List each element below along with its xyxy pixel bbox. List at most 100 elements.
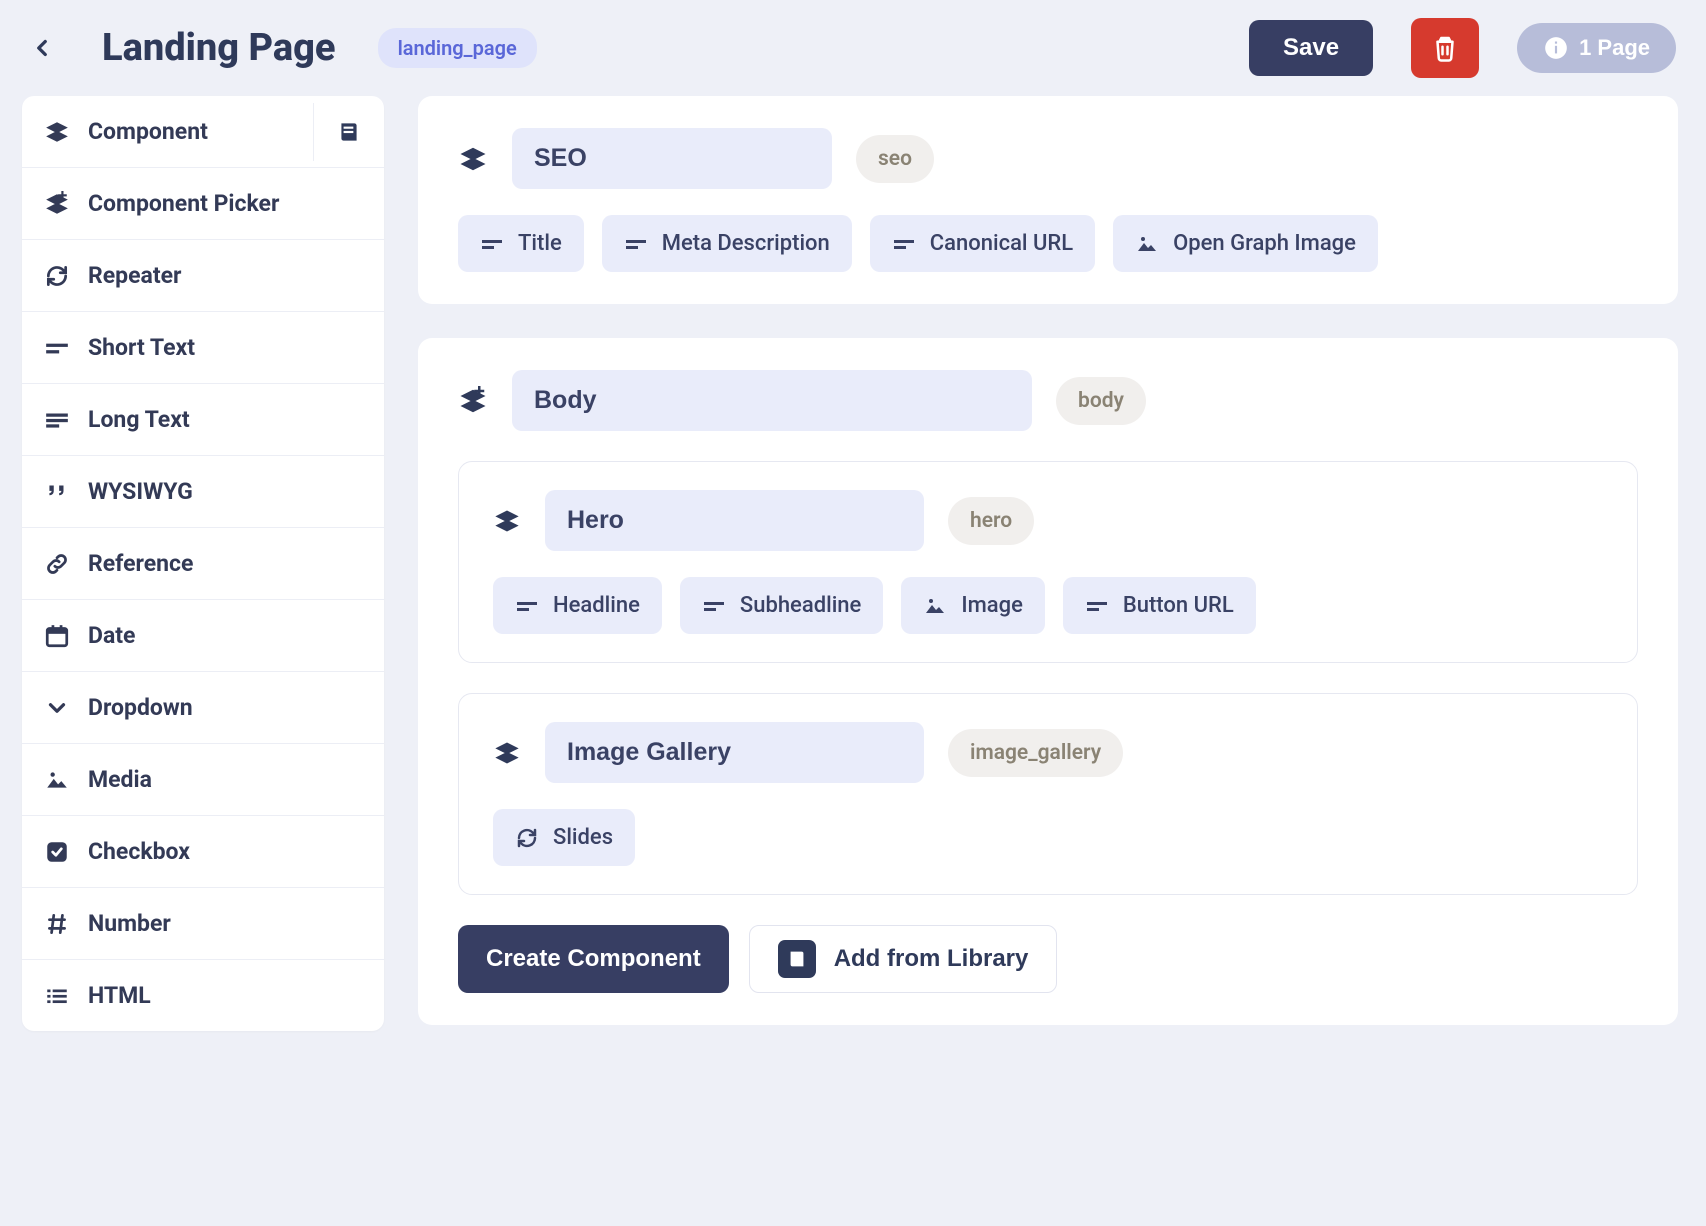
short-text-icon (1085, 594, 1109, 618)
book-icon (778, 940, 816, 978)
sidebar-item-label: WYSIWYG (88, 478, 193, 505)
sidebar-item-component-picker[interactable]: Component Picker (22, 168, 384, 240)
sidebar-item-dropdown[interactable]: Dropdown (22, 672, 384, 744)
short-text-icon (515, 594, 539, 618)
field-label: Open Graph Image (1173, 231, 1356, 256)
field-label: Meta Description (662, 231, 830, 256)
seo-name-input[interactable] (512, 128, 832, 189)
add-from-library-button[interactable]: Add from Library (749, 925, 1058, 993)
field-label: Canonical URL (930, 231, 1073, 256)
field-type-sidebar: Component Component Picker Repeater Shor… (22, 96, 384, 1031)
sidebar-item-label: Short Text (88, 334, 195, 361)
sidebar-item-label: Date (88, 622, 135, 649)
field-label: Subheadline (740, 593, 861, 618)
body-component-card: body hero Headline (418, 338, 1678, 1025)
quote-icon (44, 479, 70, 505)
sidebar-item-label: Reference (88, 550, 193, 577)
field-headline[interactable]: Headline (493, 577, 662, 634)
header: Landing Page landing_page Save 1 Page (0, 0, 1706, 96)
create-component-button[interactable]: Create Component (458, 925, 729, 993)
short-text-icon (624, 232, 648, 256)
checkbox-icon (44, 839, 70, 865)
hero-fields: Headline Subheadline Image Button U (493, 577, 1603, 634)
field-canonical-url[interactable]: Canonical URL (870, 215, 1095, 272)
sidebar-item-label: Repeater (88, 262, 181, 289)
field-subheadline[interactable]: Subheadline (680, 577, 883, 634)
layers-icon (458, 144, 488, 174)
calendar-icon (44, 623, 70, 649)
field-title[interactable]: Title (458, 215, 584, 272)
chevron-down-icon (44, 695, 70, 721)
layers-icon (493, 739, 521, 767)
seo-fields: Title Meta Description Canonical URL Ope… (458, 215, 1638, 272)
sidebar-item-html[interactable]: HTML (22, 960, 384, 1031)
image-gallery-slug-badge: image_gallery (948, 729, 1123, 777)
seo-slug-badge: seo (856, 135, 934, 183)
delete-button[interactable] (1411, 18, 1479, 78)
layers-plus-icon (458, 386, 488, 416)
sidebar-item-checkbox[interactable]: Checkbox (22, 816, 384, 888)
field-label: Headline (553, 593, 640, 618)
image-gallery-fields: Slides (493, 809, 1603, 866)
sidebar-item-date[interactable]: Date (22, 600, 384, 672)
layers-plus-icon (44, 191, 70, 217)
image-icon (44, 767, 70, 793)
add-from-library-label: Add from Library (834, 945, 1029, 973)
sidebar-item-media[interactable]: Media (22, 744, 384, 816)
pages-button[interactable]: 1 Page (1517, 23, 1676, 73)
sidebar-item-component[interactable]: Component (22, 96, 313, 167)
field-slides[interactable]: Slides (493, 809, 635, 866)
short-text-icon (702, 594, 726, 618)
sidebar-item-reference[interactable]: Reference (22, 528, 384, 600)
long-text-icon (44, 407, 70, 433)
refresh-icon (44, 263, 70, 289)
image-gallery-name-input[interactable] (545, 722, 924, 783)
sidebar-item-long-text[interactable]: Long Text (22, 384, 384, 456)
field-image[interactable]: Image (901, 577, 1045, 634)
image-icon (1135, 232, 1159, 256)
field-label: Button URL (1123, 593, 1234, 618)
component-library-button[interactable] (313, 103, 384, 161)
field-label: Image (961, 593, 1023, 618)
layers-icon (493, 507, 521, 535)
sidebar-item-label: Component (88, 118, 208, 145)
chevron-left-icon (29, 35, 55, 61)
image-gallery-component-card: image_gallery Slides (458, 693, 1638, 895)
hero-slug-badge: hero (948, 497, 1034, 545)
field-button-url[interactable]: Button URL (1063, 577, 1256, 634)
body-slug-badge: body (1056, 377, 1146, 425)
hero-component-card: hero Headline Subheadline (458, 461, 1638, 663)
link-icon (44, 551, 70, 577)
sidebar-item-label: Number (88, 910, 171, 937)
save-button[interactable]: Save (1249, 20, 1373, 76)
field-meta-description[interactable]: Meta Description (602, 215, 852, 272)
info-icon (1543, 35, 1569, 61)
sidebar-item-label: Checkbox (88, 838, 190, 865)
sidebar-item-short-text[interactable]: Short Text (22, 312, 384, 384)
field-open-graph-image[interactable]: Open Graph Image (1113, 215, 1378, 272)
refresh-icon (515, 826, 539, 850)
list-icon (44, 983, 70, 1009)
hash-icon (44, 911, 70, 937)
seo-component-card: seo Title Meta Description Canonical URL (418, 96, 1678, 304)
sidebar-item-repeater[interactable]: Repeater (22, 240, 384, 312)
book-icon (336, 119, 362, 145)
sidebar-item-label: Media (88, 766, 152, 793)
sidebar-item-label: HTML (88, 982, 151, 1009)
back-button[interactable] (22, 28, 62, 68)
sidebar-item-label: Component Picker (88, 190, 279, 217)
sidebar-item-label: Long Text (88, 406, 190, 433)
trash-icon (1430, 33, 1460, 63)
sidebar-item-wysiwyg[interactable]: WYSIWYG (22, 456, 384, 528)
short-text-icon (892, 232, 916, 256)
hero-name-input[interactable] (545, 490, 924, 551)
sidebar-item-label: Dropdown (88, 694, 193, 721)
body-name-input[interactable] (512, 370, 1032, 431)
layers-icon (44, 119, 70, 145)
field-label: Slides (553, 825, 613, 850)
field-label: Title (518, 231, 562, 256)
short-text-icon (480, 232, 504, 256)
main-content: seo Title Meta Description Canonical URL (418, 96, 1678, 1196)
sidebar-item-number[interactable]: Number (22, 888, 384, 960)
page-title: Landing Page (102, 26, 336, 70)
